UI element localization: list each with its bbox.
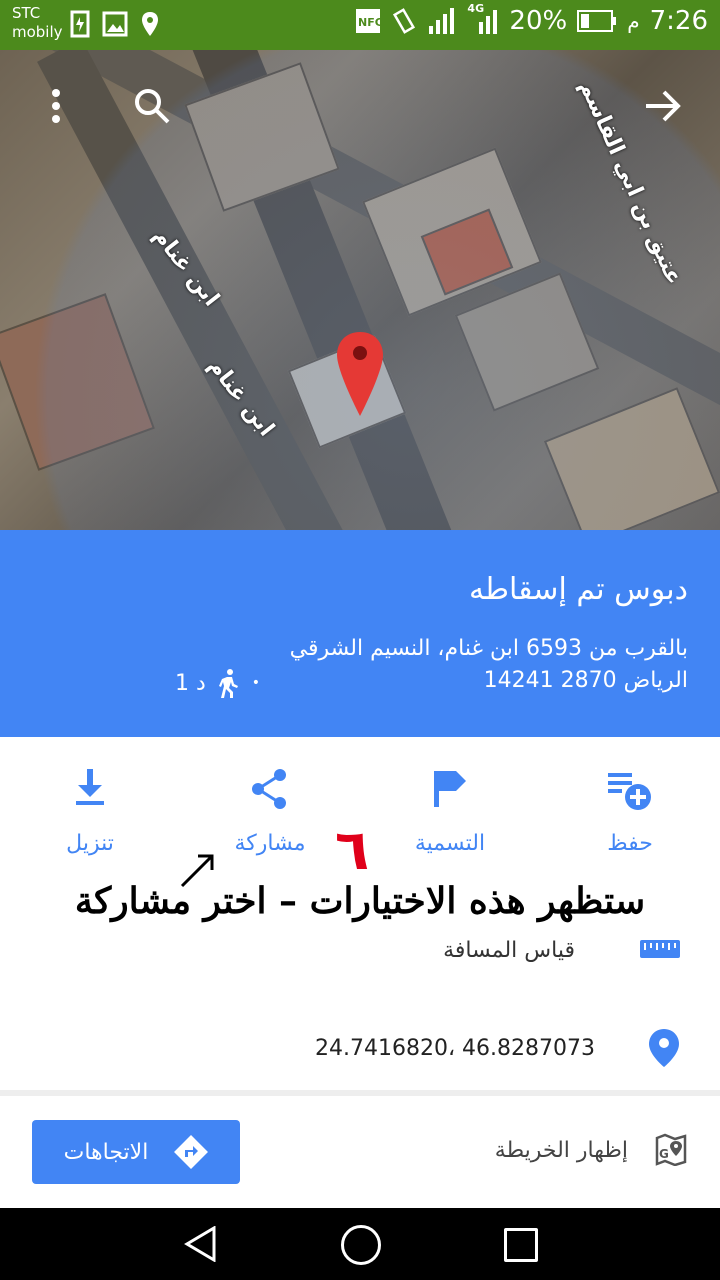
- carrier-label: STC mobily: [12, 4, 63, 42]
- address-line2: الرياض 2870 14241: [483, 668, 688, 693]
- flag-icon: [434, 771, 466, 807]
- label-button[interactable]: التسمية: [380, 767, 520, 856]
- satellite-map[interactable]: ابن غنام ابن غنام عتيق بن ابي القاسم: [0, 50, 720, 530]
- vibrate-icon: [393, 8, 416, 34]
- save-label: حفظ: [607, 831, 653, 856]
- measure-distance[interactable]: قياس المسافة: [443, 938, 575, 963]
- carrier-line2: mobily: [12, 23, 63, 41]
- home-icon[interactable]: [341, 1225, 381, 1265]
- forward-arrow-icon[interactable]: [644, 88, 682, 124]
- status-bar: STC mobily NFC 4G 20% م 7:26: [0, 0, 720, 50]
- share-icon: [252, 769, 286, 809]
- save-button[interactable]: حفظ: [560, 767, 700, 856]
- walk-time: 1 د: [175, 670, 206, 696]
- place-title: دبوس تم إسقاطه: [469, 572, 688, 607]
- address-line1: بالقرب من 6593 ابن غنام، النسيم الشرقي: [289, 636, 688, 661]
- svg-text:NFC: NFC: [358, 16, 381, 29]
- download-button[interactable]: تنزيل: [20, 767, 160, 856]
- system-nav-bar: [0, 1208, 720, 1280]
- save-list-icon: [608, 773, 651, 810]
- signal-4g-icon: 4G: [467, 2, 499, 34]
- overflow-menu-icon[interactable]: [48, 88, 64, 124]
- signal-icon: [429, 8, 455, 34]
- walking-icon: [218, 669, 238, 698]
- carrier-line1: STC: [12, 4, 41, 22]
- map-pin-icon[interactable]: [335, 330, 385, 420]
- status-right: NFC 4G 20% م 7:26: [355, 2, 708, 36]
- step-number: ٦: [335, 818, 370, 883]
- map-icon: G: [655, 1133, 687, 1166]
- directions-button[interactable]: الاتجاهات: [32, 1120, 240, 1184]
- share-button[interactable]: مشاركة: [200, 767, 340, 856]
- annotation-text: ستظهر هذه الاختيارات – اختر مشاركة: [74, 880, 646, 922]
- download-label: تنزيل: [66, 831, 114, 856]
- image-icon: [102, 11, 128, 37]
- battery-icon: [577, 10, 617, 32]
- place-panel[interactable]: دبوس تم إسقاطه بالقرب من 6593 ابن غنام، …: [0, 530, 720, 737]
- notification-icons: [70, 10, 160, 38]
- location-icon: [142, 12, 158, 36]
- label-label: التسمية: [414, 831, 486, 856]
- nfc-icon: NFC: [356, 9, 381, 33]
- directions-label: الاتجاهات: [63, 1139, 149, 1165]
- directions-icon: [174, 1135, 209, 1169]
- download-icon: [76, 769, 104, 805]
- walk-eta: 1 د •: [175, 668, 260, 698]
- back-icon[interactable]: [184, 1226, 218, 1262]
- share-label: مشاركة: [234, 831, 306, 856]
- dot-separator: •: [251, 675, 261, 691]
- search-icon[interactable]: [132, 86, 172, 126]
- battery-saver-icon: [70, 10, 90, 38]
- svg-text:G: G: [659, 1147, 669, 1161]
- clock: 7:26: [649, 6, 708, 36]
- am-pm: م: [627, 9, 640, 33]
- ruler-icon: [640, 940, 680, 958]
- battery-percent: 20%: [509, 6, 568, 36]
- recents-icon[interactable]: [504, 1228, 538, 1262]
- bottom-bar: الاتجاهات إظهار الخريطة G: [0, 1096, 720, 1208]
- coordinates-text[interactable]: 24.7416820، 46.8287073: [315, 1036, 595, 1061]
- show-map-button[interactable]: إظهار الخريطة: [495, 1138, 628, 1163]
- location-pin-icon: [649, 1029, 679, 1067]
